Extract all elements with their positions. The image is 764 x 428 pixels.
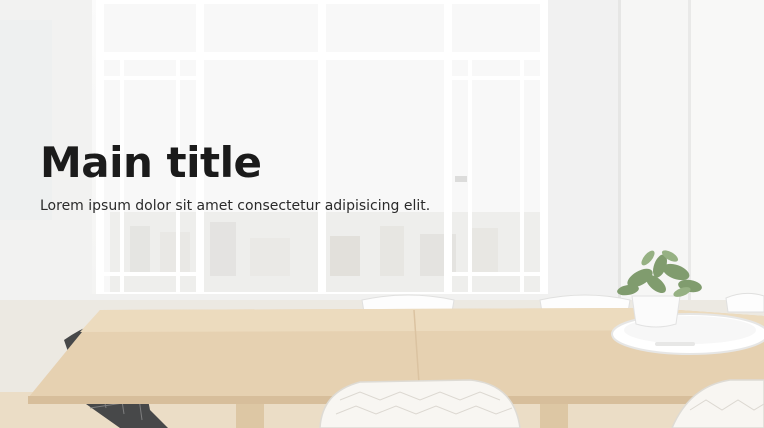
- main-title: Main title: [40, 138, 262, 187]
- hero-content: Main title Lorem ipsum dolor sit amet co…: [40, 138, 600, 216]
- hero-subtitle: Lorem ipsum dolor sit amet consectetur a…: [40, 198, 431, 214]
- hero-section: Main title Lorem ipsum dolor sit amet co…: [0, 0, 764, 428]
